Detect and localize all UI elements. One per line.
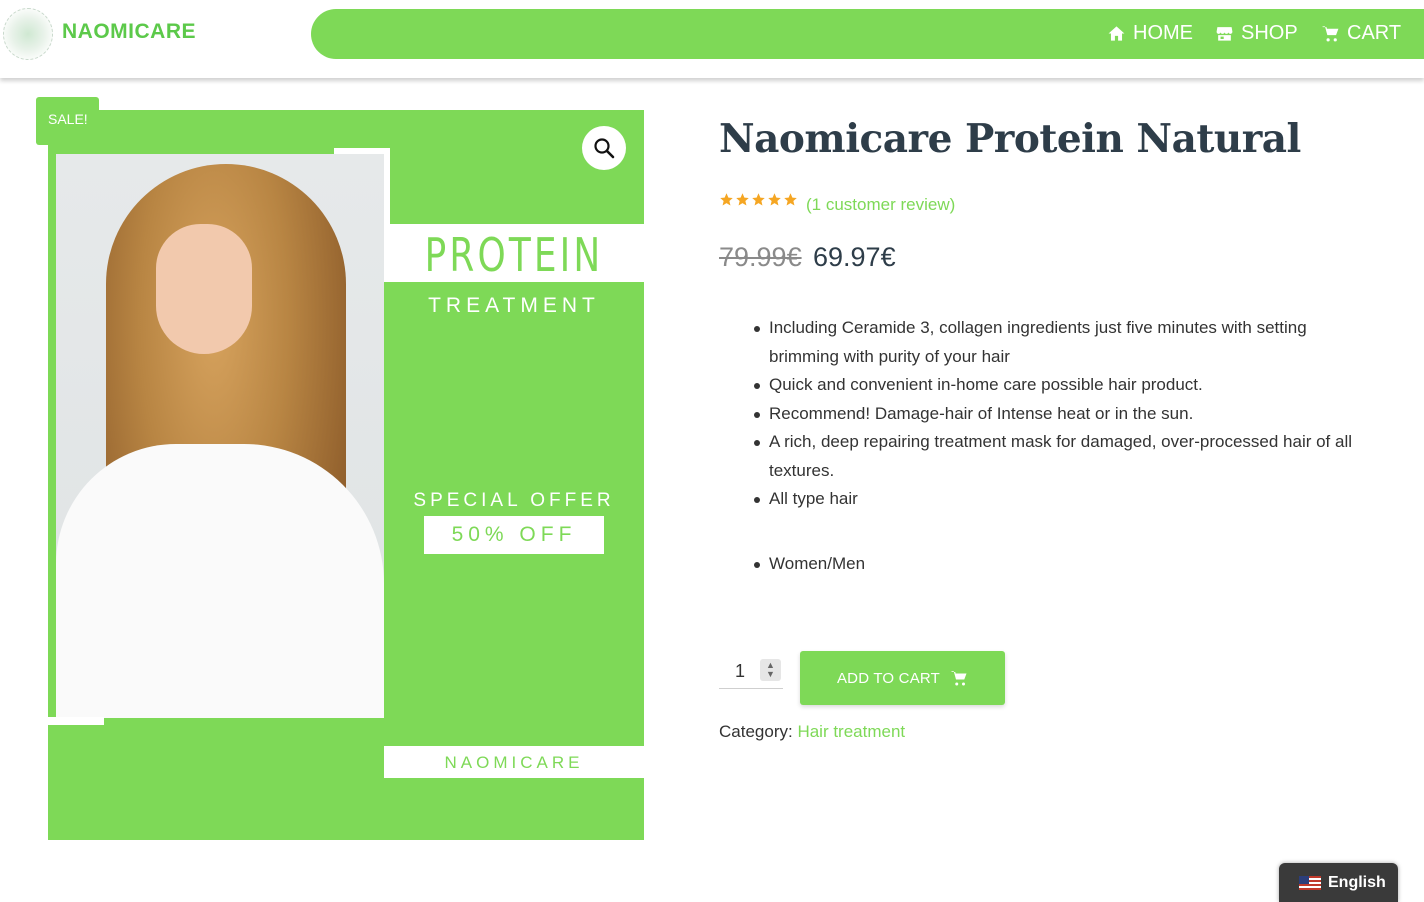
logo[interactable] xyxy=(3,8,53,60)
nav-cart[interactable]: CART xyxy=(1321,22,1401,45)
nav-home-label: HOME xyxy=(1133,22,1193,44)
image-line1: PROTEIN xyxy=(424,228,604,282)
image-discount: 50% OFF xyxy=(451,523,577,546)
star-icon xyxy=(736,193,749,206)
price-new: 69.97€ xyxy=(813,242,896,272)
image-line2: TREATMENT xyxy=(428,294,600,317)
star-icon xyxy=(752,193,765,206)
sale-badge-label: SALE! xyxy=(48,111,88,127)
nav-bar: HOME SHOP CART xyxy=(311,9,1424,59)
cart-icon xyxy=(951,671,967,686)
list-item: A rich, deep repairing treatment mask fo… xyxy=(754,428,1379,485)
star-rating xyxy=(719,192,798,207)
quantity-stepper[interactable]: 1 ▲ ▼ xyxy=(719,654,783,689)
list-item: Recommend! Damage-hair of Intense heat o… xyxy=(754,400,1379,429)
list-item: Quick and convenient in-home care possib… xyxy=(754,371,1379,400)
product-image[interactable]: PROTEIN TREATMENT SPECIAL OFFER 50% OFF … xyxy=(48,110,644,840)
zoom-button[interactable] xyxy=(582,126,626,170)
cart-icon xyxy=(1322,26,1339,42)
model-body xyxy=(56,444,384,718)
product-category: Category: Hair treatment xyxy=(719,722,905,742)
feature-list: Including Ceramide 3, collagen ingredien… xyxy=(754,314,1379,579)
language-switcher[interactable]: English xyxy=(1279,863,1398,902)
nav-home[interactable]: HOME xyxy=(1107,22,1193,45)
image-offer: SPECIAL OFFER xyxy=(413,490,615,511)
sale-badge: SALE! xyxy=(36,97,99,145)
nav-cart-label: CART xyxy=(1347,22,1402,44)
reviews-link[interactable]: (1 customer review) xyxy=(806,195,955,215)
star-icon xyxy=(784,193,797,206)
add-to-cart-label: ADD TO CART xyxy=(836,669,941,687)
site-header: NAOMICARE HOME SHOP CART xyxy=(0,0,1424,78)
add-to-cart-button[interactable]: ADD TO CART xyxy=(800,651,1005,705)
quantity-spinner[interactable]: ▲ ▼ xyxy=(760,659,781,681)
frame-line xyxy=(48,717,104,725)
category-link[interactable]: Hair treatment xyxy=(797,722,905,741)
brand-name[interactable]: NAOMICARE xyxy=(62,20,196,44)
category-label: Category: xyxy=(719,722,793,741)
model-face xyxy=(156,224,252,354)
list-item: Women/Men xyxy=(754,550,1379,579)
list-item: All type hair xyxy=(754,485,1379,514)
product-title: Naomicare Protein Natural xyxy=(719,116,1301,162)
us-flag-icon xyxy=(1299,875,1321,890)
nav-shop-label: SHOP xyxy=(1241,22,1298,44)
home-icon xyxy=(1108,26,1125,41)
magnifier-icon xyxy=(594,138,615,159)
chevron-down-icon[interactable]: ▼ xyxy=(766,670,775,679)
star-icon xyxy=(720,193,733,206)
price-old: 79.99€ xyxy=(719,242,802,272)
quantity-input[interactable]: 1 xyxy=(735,661,745,682)
model-photo xyxy=(56,154,384,718)
nav-shop[interactable]: SHOP xyxy=(1215,22,1298,45)
frame-line xyxy=(334,148,390,154)
list-item: Including Ceramide 3, collagen ingredien… xyxy=(754,314,1379,371)
star-icon xyxy=(768,193,781,206)
store-icon xyxy=(1216,27,1233,41)
language-label: English xyxy=(1328,873,1386,891)
image-brand: NAOMICARE xyxy=(444,753,584,772)
frame-line xyxy=(384,148,390,228)
